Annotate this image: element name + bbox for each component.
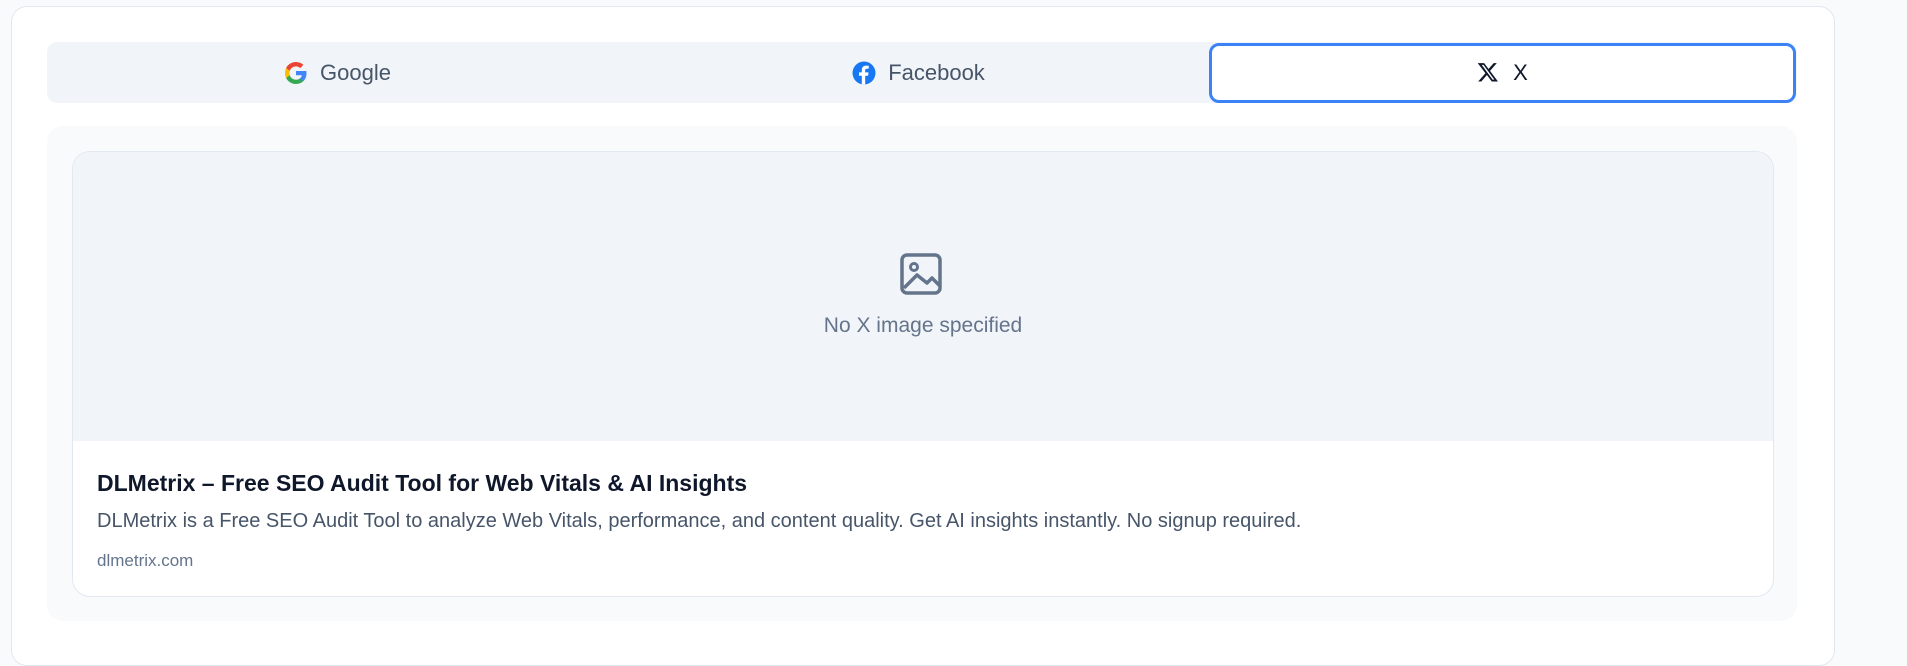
tab-label: Facebook (888, 59, 985, 85)
no-image-message: No X image specified (823, 314, 1023, 337)
image-icon (899, 252, 943, 296)
google-icon (284, 61, 308, 85)
tab-google[interactable]: Google (47, 42, 628, 103)
image-placeholder: No X image specified (73, 152, 1773, 441)
facebook-icon (852, 61, 876, 85)
tab-label: Google (320, 59, 391, 85)
preview-description: DLMetrix is a Free SEO Audit Tool to ana… (97, 510, 1302, 532)
preview-domain: dlmetrix.com (97, 551, 194, 570)
x-card-preview: No X image specified DLMetrix – Free SEO… (72, 151, 1774, 597)
preview-title: DLMetrix – Free SEO Audit Tool for Web V… (97, 470, 748, 496)
tab-x[interactable]: X (1209, 43, 1796, 103)
platform-tabs: Google Facebook X (47, 42, 1797, 103)
tab-facebook[interactable]: Facebook (628, 42, 1209, 103)
tab-label: X (1513, 60, 1528, 85)
x-logo-icon (1477, 61, 1501, 85)
